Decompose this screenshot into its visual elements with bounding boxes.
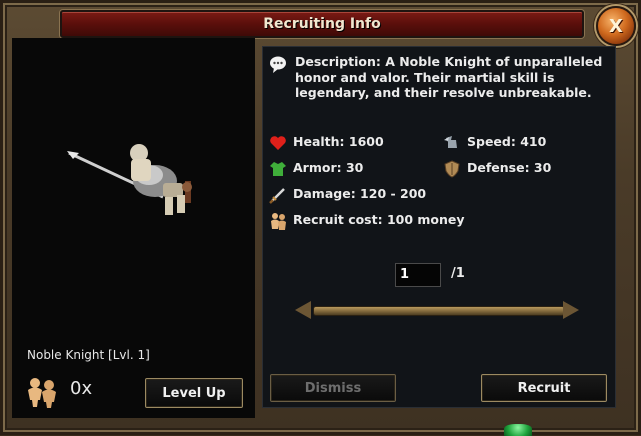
speech-bubble-icon [270, 56, 286, 73]
recruit-cost-value: Recruit cost: 100 money [293, 212, 465, 227]
people-icon [28, 378, 56, 408]
green-gem-ornament [504, 424, 532, 436]
unit-description: Description: A Noble Knight of unparalle… [295, 54, 603, 100]
unit-count: 0x [70, 378, 93, 399]
title-bar: Recruiting Info [60, 10, 584, 38]
level-up-button[interactable]: Level Up [145, 378, 243, 408]
quantity-slider[interactable] [313, 306, 565, 316]
slider-right-arrow-icon[interactable] [563, 301, 579, 319]
armor-stat: Armor: 30 [269, 159, 363, 177]
speed-value: Speed: 410 [467, 134, 547, 149]
shield-icon [444, 159, 460, 178]
window-title: Recruiting Info [263, 16, 381, 32]
close-button[interactable]: X [596, 6, 636, 46]
noble-knight-sprite [67, 144, 192, 215]
unit-details-panel: Description: A Noble Knight of unparalle… [262, 46, 616, 408]
unit-name: Noble Knight [Lvl. 1] [27, 348, 150, 362]
health-value: Health: 1600 [293, 134, 384, 149]
heart-icon [270, 135, 286, 150]
dismiss-button[interactable]: Dismiss [270, 374, 396, 402]
winged-boot-icon [444, 135, 457, 148]
slider-left-arrow-icon[interactable] [295, 301, 311, 319]
defense-stat: Defense: 30 [443, 159, 552, 178]
close-icon: X [609, 15, 623, 37]
sword-icon [269, 187, 285, 204]
people-icon [271, 212, 286, 230]
recruit-button[interactable]: Recruit [481, 374, 607, 402]
quantity-input[interactable]: 1 [395, 263, 441, 287]
damage-stat: Damage: 120 - 200 [269, 185, 427, 204]
damage-value: Damage: 120 - 200 [293, 186, 427, 201]
armor-value: Armor: 30 [293, 160, 364, 175]
tunic-icon [270, 161, 286, 176]
quantity-max: /1 [451, 266, 465, 281]
health-stat: Health: 1600 [269, 133, 384, 151]
defense-value: Defense: 30 [467, 160, 552, 175]
unit-portrait-panel: Noble Knight [Lvl. 1] 0x Level Up [12, 38, 255, 418]
speed-stat: Speed: 410 [443, 133, 546, 151]
recruit-cost-stat: Recruit cost: 100 money [269, 211, 465, 230]
